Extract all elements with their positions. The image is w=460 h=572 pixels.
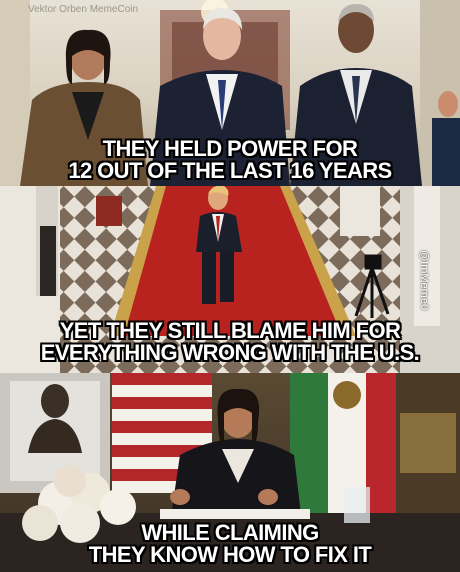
mexican-flag: [290, 373, 396, 513]
caption-middle: YET THEY STILL BLAME HIM FOR EVERYTHING …: [0, 320, 460, 364]
watermark-side: @ImMeme0: [418, 250, 430, 311]
caption-bottom-line-1: WHILE CLAIMING: [141, 520, 319, 545]
meme-panel-bottom: WHILE CLAIMING THEY KNOW HOW TO FIX IT: [0, 373, 460, 572]
caption-middle-line-1: YET THEY STILL BLAME HIM FOR: [59, 318, 401, 343]
caption-bottom-line-2: THEY KNOW HOW TO FIX IT: [88, 542, 372, 567]
caption-top-line-2: 12 OUT OF THE LAST 16 YEARS: [68, 158, 392, 183]
meme-panel-middle: YET THEY STILL BLAME HIM FOR EVERYTHING …: [0, 186, 460, 373]
watermark-top: Vektor Orben MemeCoin: [28, 4, 139, 15]
caption-bottom: WHILE CLAIMING THEY KNOW HOW TO FIX IT: [0, 522, 460, 566]
caption-top: THEY HELD POWER FOR 12 OUT OF THE LAST 1…: [0, 138, 460, 182]
caption-top-line-1: THEY HELD POWER FOR: [102, 136, 358, 161]
meme-panel-top: Vektor Orben MemeCoin THEY HELD POWER FO…: [0, 0, 460, 186]
caption-middle-line-2: EVERYTHING WRONG WITH THE U.S.: [40, 340, 420, 365]
